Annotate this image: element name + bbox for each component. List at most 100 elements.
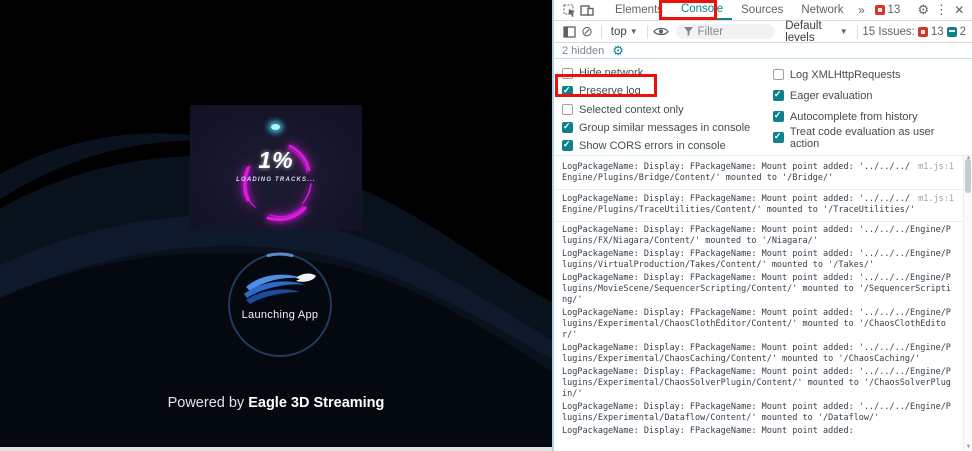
log-message: LogPackageName: Display: FPackageName: M… xyxy=(562,225,951,246)
log-levels-selector[interactable]: Default levels ▼ xyxy=(781,20,851,44)
tab-sources[interactable]: Sources xyxy=(732,0,792,20)
log-message: LogPackageName: Display: FPackageName: M… xyxy=(562,367,951,399)
console-sidebar-icon[interactable] xyxy=(560,21,578,42)
console-log-entry: LogPackageName: Display: FPackageName: M… xyxy=(554,222,963,248)
checkbox-label: Treat code evaluation as user action xyxy=(790,126,964,150)
hidden-count-label: 2 hidden xyxy=(562,45,604,57)
console-settings-gear-icon[interactable]: ⚙ xyxy=(612,43,624,59)
scrollbar-thumb[interactable] xyxy=(965,159,971,193)
console-log-list: m1.js:1 LogPackageName: Display: FPackag… xyxy=(554,156,963,438)
log-message: LogPackageName: Display: FPackageName: M… xyxy=(562,249,951,270)
powered-by: Powered by Eagle 3D Streaming xyxy=(0,395,552,411)
log-message: LogPackageName: Display: FPackageName: M… xyxy=(562,162,910,183)
eagle-logo-icon xyxy=(242,269,318,307)
divider xyxy=(601,25,602,39)
checkbox-treat-code-eval[interactable]: Treat code evaluation as user action xyxy=(773,127,964,148)
error-count-value: 13 xyxy=(888,4,901,16)
checkbox-icon[interactable] xyxy=(562,140,573,151)
context-selector[interactable]: top ▼ xyxy=(607,26,642,38)
kebab-menu-icon[interactable]: ⋮ xyxy=(932,0,950,20)
hidden-messages-row: 2 hidden ⚙ xyxy=(554,43,972,59)
chevron-down-icon: ▼ xyxy=(840,27,848,36)
console-log-entry: LogPackageName: Display: FPackageName: M… xyxy=(554,248,963,272)
console-settings: Hide network Preserve log Selected conte… xyxy=(554,59,972,156)
log-message: LogPackageName: Display: FPackageName: M… xyxy=(562,402,951,423)
checkbox-hide-network[interactable]: Hide network xyxy=(562,64,773,82)
settings-right-column: Log XMLHttpRequests Eager evaluation Aut… xyxy=(773,64,964,155)
close-devtools-icon[interactable]: ✕ xyxy=(950,0,968,20)
settings-left-column: Hide network Preserve log Selected conte… xyxy=(562,64,773,155)
checkbox-show-cors-errors[interactable]: Show CORS errors in console xyxy=(562,137,773,155)
console-log-entry: LogPackageName: Display: FPackageName: M… xyxy=(554,272,963,307)
checkbox-selected-context-only[interactable]: Selected context only xyxy=(562,100,773,118)
checkbox-label: Autocomplete from history xyxy=(790,111,918,123)
scroll-down-icon[interactable]: ▼ xyxy=(964,444,972,450)
checkbox-icon[interactable] xyxy=(562,104,573,115)
checkbox-eager-evaluation[interactable]: Eager evaluation xyxy=(773,85,964,106)
context-selector-value: top xyxy=(611,26,627,38)
screen: 1% LOADING TRACKS... Launching App Power… xyxy=(0,0,972,451)
console-scrollbar[interactable]: ▲ ▼ xyxy=(963,156,972,450)
console-log-entry: LogPackageName: Display: FPackageName: M… xyxy=(554,307,963,342)
log-message: LogPackageName: Display: FPackageName: M… xyxy=(562,308,951,340)
error-counter[interactable]: 13 xyxy=(875,4,901,16)
log-message: LogPackageName: Display: FPackageName: M… xyxy=(562,343,951,364)
console-log-entry: LogPackageName: Display: FPackageName: M… xyxy=(554,425,963,438)
divider xyxy=(647,25,648,39)
checkbox-icon[interactable] xyxy=(562,122,573,133)
powered-by-brand: Eagle 3D Streaming xyxy=(248,395,384,411)
tab-console[interactable]: Console xyxy=(672,0,732,20)
live-expression-eye-icon[interactable] xyxy=(652,21,670,42)
more-tabs-button[interactable]: » xyxy=(853,0,871,20)
checkbox-preserve-log[interactable]: Preserve log xyxy=(562,82,773,100)
console-log-entry: m1.js:1 LogPackageName: Display: FPackag… xyxy=(554,190,963,222)
launching-label: Launching App xyxy=(227,309,333,321)
loading-spark xyxy=(271,124,280,130)
console-log-entry: LogPackageName: Display: FPackageName: M… xyxy=(554,342,963,366)
log-message: LogPackageName: Display: FPackageName: M… xyxy=(562,273,951,305)
loading-percent: 1% xyxy=(190,147,362,174)
console-toolbar: ⊘ top ▼ Filter Default levels ▼ 15 Issue… xyxy=(554,21,972,43)
checkbox-icon[interactable] xyxy=(773,132,784,143)
checkbox-log-xmlhttprequests[interactable]: Log XMLHttpRequests xyxy=(773,64,964,85)
console-log-entry: LogPackageName: Display: FPackageName: M… xyxy=(554,401,963,425)
issues-message-count: 2 xyxy=(960,26,966,38)
issues-message-icon xyxy=(947,27,957,37)
funnel-icon xyxy=(684,27,693,36)
checkbox-icon[interactable] xyxy=(562,86,573,97)
divider xyxy=(857,25,858,39)
issues-error-icon xyxy=(918,27,928,37)
checkbox-group-similar[interactable]: Group similar messages in console xyxy=(562,119,773,137)
log-message: LogPackageName: Display: FPackageName: M… xyxy=(562,426,854,436)
checkbox-icon[interactable] xyxy=(773,90,784,101)
filter-input[interactable]: Filter xyxy=(676,24,775,39)
powered-by-prefix: Powered by xyxy=(168,395,249,411)
checkbox-label: Group similar messages in console xyxy=(579,122,750,134)
source-link[interactable]: m1.js:1 xyxy=(918,194,954,205)
devtools-panel: Elements Console Sources Network » 13 ⚙ … xyxy=(552,0,972,451)
log-levels-value: Default levels xyxy=(785,20,836,44)
console-log-entry: LogPackageName: Display: FPackageName: M… xyxy=(554,366,963,401)
tab-elements[interactable]: Elements xyxy=(606,0,672,20)
checkbox-icon[interactable] xyxy=(562,68,573,79)
checkbox-label: Selected context only xyxy=(579,104,684,116)
checkbox-label: Eager evaluation xyxy=(790,90,873,102)
clear-console-icon[interactable]: ⊘ xyxy=(578,21,596,42)
checkbox-icon[interactable] xyxy=(773,69,784,80)
checkbox-icon[interactable] xyxy=(773,111,784,122)
issues-counter[interactable]: 15 Issues: 13 2 xyxy=(862,26,966,38)
source-link[interactable]: m1.js:1 xyxy=(918,162,954,173)
streaming-app-pane: 1% LOADING TRACKS... Launching App Power… xyxy=(0,0,552,447)
console-log-area: m1.js:1 LogPackageName: Display: FPackag… xyxy=(554,156,972,450)
checkbox-autocomplete-history[interactable]: Autocomplete from history xyxy=(773,106,964,127)
chevron-down-icon: ▼ xyxy=(630,27,638,36)
checkbox-label: Preserve log xyxy=(579,85,641,97)
filter-placeholder: Filter xyxy=(697,26,723,38)
tab-network[interactable]: Network xyxy=(792,0,852,20)
issues-label: 15 Issues: xyxy=(862,26,914,38)
settings-gear-icon[interactable]: ⚙ xyxy=(914,0,932,20)
device-toolbar-icon[interactable] xyxy=(578,0,596,20)
inspect-element-icon[interactable] xyxy=(560,0,578,20)
checkbox-label: Show CORS errors in console xyxy=(579,140,726,152)
checkbox-label: Log XMLHttpRequests xyxy=(790,69,901,81)
